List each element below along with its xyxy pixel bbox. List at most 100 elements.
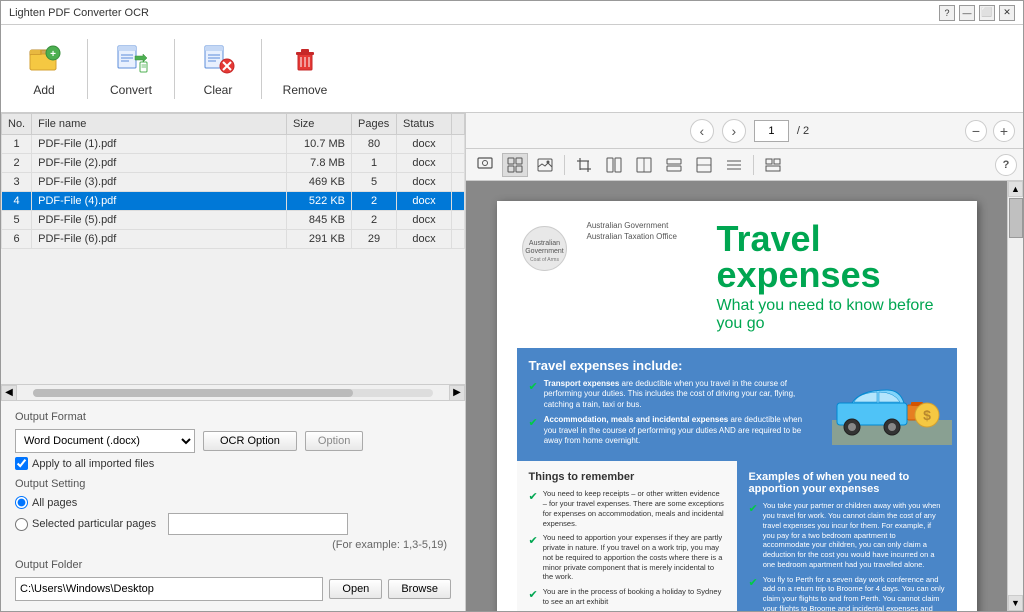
cell-size: 845 KB — [287, 211, 352, 230]
col-right-title: Examples of when you need to apportion y… — [749, 471, 945, 495]
view-grid-btn[interactable] — [502, 153, 528, 177]
file-table-wrapper[interactable]: No. File name Size Pages Status 1PDF-Fil… — [1, 113, 465, 384]
svg-text:Government: Government — [525, 248, 564, 255]
view-separator-1 — [564, 155, 565, 175]
pdf-preview-area[interactable]: Australian Government Coat of Arms Austr… — [466, 181, 1007, 611]
selected-pages-row: Selected particular pages (For example: … — [15, 513, 451, 551]
horizontal-scrollbar[interactable]: ◀ ▶ — [1, 384, 465, 400]
close-button[interactable]: ✕ — [999, 5, 1015, 21]
blue-item-1: ✔ Transport expenses are deductible when… — [529, 379, 815, 410]
left-text-1: You need to keep receipts – or other wri… — [543, 489, 725, 528]
preview-help-button[interactable]: ? — [995, 154, 1017, 176]
zoom-out-button[interactable]: − — [965, 120, 987, 142]
scroll-down-btn[interactable]: ▼ — [1008, 595, 1023, 611]
table-row[interactable]: 2PDF-File (2).pdf7.8 MB1docx — [2, 154, 465, 173]
add-button[interactable]: + Add — [9, 33, 79, 105]
format-row: Word Document (.docx) OCR Option Option — [15, 429, 451, 453]
cell-status: docx — [397, 211, 452, 230]
pages-range-input[interactable] — [168, 513, 348, 535]
blue-section-title: Travel expenses include: — [529, 358, 815, 373]
toolbar-separator-3 — [261, 39, 262, 99]
cell-spacer — [452, 173, 465, 192]
help-button[interactable]: ? — [939, 5, 955, 21]
cell-name: PDF-File (5).pdf — [32, 211, 287, 230]
h-scroll-thumb[interactable] — [33, 389, 353, 397]
convert-label: Convert — [110, 83, 152, 97]
table-row[interactable]: 3PDF-File (3).pdf469 KB5docx — [2, 173, 465, 192]
cell-name: PDF-File (1).pdf — [32, 135, 287, 154]
svg-text:+: + — [50, 49, 56, 60]
toolbar-separator-2 — [174, 39, 175, 99]
option-button[interactable]: Option — [305, 431, 363, 451]
svg-text:Coat of Arms: Coat of Arms — [530, 257, 559, 263]
col-header-no: No. — [2, 114, 32, 135]
remove-button[interactable]: Remove — [270, 33, 340, 105]
apply-checkbox[interactable] — [15, 457, 28, 470]
folder-path-input[interactable] — [15, 577, 323, 601]
v-scroll-thumb[interactable] — [1009, 198, 1023, 238]
toolbar: + Add Co — [1, 25, 1023, 113]
cell-pages: 2 — [352, 211, 397, 230]
left-check-3: ✔ — [529, 588, 538, 601]
scroll-right-btn[interactable]: ▶ — [449, 385, 465, 401]
maximize-button[interactable]: ⬜ — [979, 5, 995, 21]
table-row[interactable]: 6PDF-File (6).pdf291 KB29docx — [2, 230, 465, 249]
remove-label: Remove — [283, 83, 328, 97]
view-layout1-btn[interactable] — [601, 153, 627, 177]
preview-nav-toolbar: ‹ › / 2 − + — [466, 113, 1023, 149]
zoom-in-button[interactable]: + — [993, 120, 1015, 142]
view-preview-btn[interactable] — [472, 153, 498, 177]
preview-vertical-scrollbar[interactable]: ▲ ▼ — [1007, 181, 1023, 611]
next-page-button[interactable]: › — [722, 119, 746, 143]
open-folder-button[interactable]: Open — [329, 579, 382, 599]
all-pages-radio[interactable] — [15, 496, 28, 509]
view-image-btn[interactable] — [532, 153, 558, 177]
format-select[interactable]: Word Document (.docx) — [15, 429, 195, 453]
cell-size: 10.7 MB — [287, 135, 352, 154]
all-pages-label: All pages — [32, 497, 77, 509]
travel-subtitle: What you need to know before you go — [717, 297, 957, 333]
left-check-1: ✔ — [529, 490, 538, 503]
zoom-controls: − + — [965, 120, 1015, 142]
minimize-button[interactable]: — — [959, 5, 975, 21]
view-layout5-btn[interactable] — [721, 153, 747, 177]
view-layout2-btn[interactable] — [631, 153, 657, 177]
table-row[interactable]: 5PDF-File (5).pdf845 KB2docx — [2, 211, 465, 230]
cell-no: 5 — [2, 211, 32, 230]
view-extra-btn[interactable] — [760, 153, 786, 177]
cell-no: 3 — [2, 173, 32, 192]
cell-size: 469 KB — [287, 173, 352, 192]
cell-pages: 80 — [352, 135, 397, 154]
bottom-panel: Output Format Word Document (.docx) OCR … — [1, 400, 465, 611]
title-bar: Lighten PDF Converter OCR ? — ⬜ ✕ — [1, 1, 1023, 25]
scroll-left-btn[interactable]: ◀ — [1, 385, 17, 401]
apply-checkbox-row: Apply to all imported files — [15, 457, 451, 470]
cell-status: docx — [397, 154, 452, 173]
file-table: No. File name Size Pages Status 1PDF-Fil… — [1, 113, 465, 249]
cell-name: PDF-File (3).pdf — [32, 173, 287, 192]
cell-pages: 5 — [352, 173, 397, 192]
pdf-header: Australian Government Coat of Arms Austr… — [517, 221, 957, 333]
convert-button[interactable]: Convert — [96, 33, 166, 105]
scroll-up-btn[interactable]: ▲ — [1008, 181, 1023, 197]
blue-section: Travel expenses include: ✔ Transport exp… — [517, 348, 827, 461]
browse-folder-button[interactable]: Browse — [388, 579, 451, 599]
selected-pages-radio[interactable] — [15, 518, 28, 531]
clear-button[interactable]: Clear — [183, 33, 253, 105]
col-left-item-3: ✔ You are in the process of booking a ho… — [529, 587, 725, 607]
view-layout3-btn[interactable] — [661, 153, 687, 177]
view-layout4-btn[interactable] — [691, 153, 717, 177]
table-row[interactable]: 4PDF-File (4).pdf522 KB2docx — [2, 192, 465, 211]
table-row[interactable]: 1PDF-File (1).pdf10.7 MB80docx — [2, 135, 465, 154]
check-icon-2: ✔ — [529, 416, 538, 429]
cell-size: 522 KB — [287, 192, 352, 211]
two-col-section: Things to remember ✔ You need to keep re… — [517, 461, 957, 611]
travel-title: Travel expenses — [717, 221, 957, 293]
view-crop-btn[interactable] — [571, 153, 597, 177]
window-controls: ? — ⬜ ✕ — [939, 5, 1015, 21]
ocr-option-button[interactable]: OCR Option — [203, 431, 297, 451]
col-header-status: Status — [397, 114, 452, 135]
page-number-input[interactable] — [754, 120, 789, 142]
right-check-1: ✔ — [749, 502, 758, 515]
prev-page-button[interactable]: ‹ — [690, 119, 714, 143]
